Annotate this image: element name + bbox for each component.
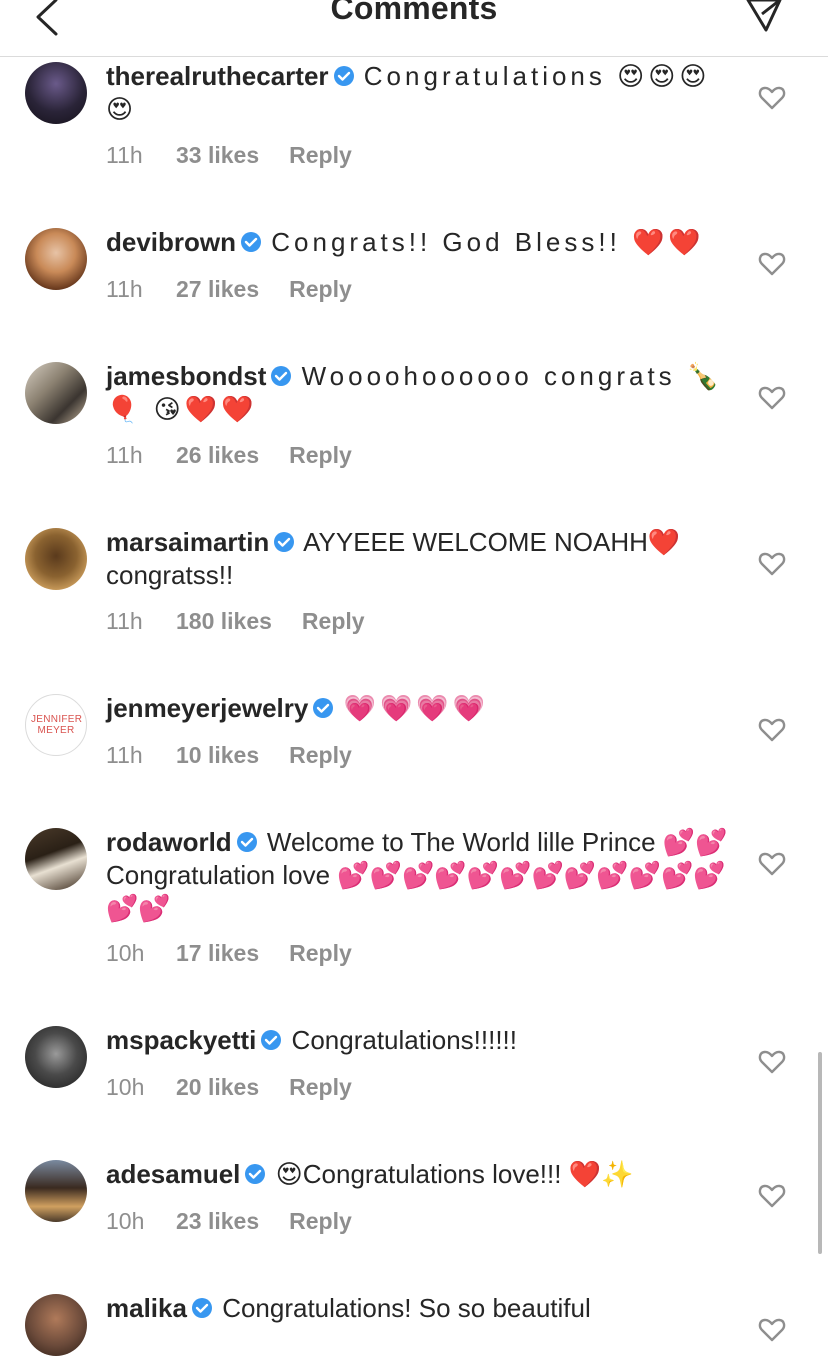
comment-username[interactable]: therealruthecarter: [106, 61, 329, 91]
comment-meta: 11h 180 likes Reply: [106, 608, 365, 635]
comment-body: jamesbondst Woooohoooooo congrats 🍾🎈 😘❤️…: [106, 360, 736, 426]
comment-likes[interactable]: 27 likes: [176, 276, 259, 303]
reply-button[interactable]: Reply: [289, 742, 352, 769]
verified-badge-icon: [274, 532, 295, 552]
comment-likes[interactable]: 10 likes: [176, 742, 259, 769]
comment-time: 11h: [106, 276, 143, 302]
verified-badge-icon: [241, 232, 262, 252]
avatar[interactable]: JENNIFER MEYER: [25, 694, 87, 756]
comment-time: 10h: [106, 1208, 145, 1234]
verified-badge-icon: [261, 1030, 282, 1050]
page-title: Comments: [330, 0, 498, 26]
comment-text: Congratulations!!!!!!: [291, 1025, 518, 1055]
avatar[interactable]: [25, 1026, 87, 1088]
comment-time: 11h: [106, 608, 143, 634]
comment-likes[interactable]: 17 likes: [176, 940, 259, 967]
verified-badge-icon: [271, 366, 292, 386]
comment-meta: 10h 17 likes Reply: [106, 940, 352, 967]
verified-badge-icon: [313, 698, 334, 718]
comment-likes[interactable]: 20 likes: [176, 1074, 259, 1101]
reply-button[interactable]: Reply: [289, 276, 352, 303]
like-heart-icon[interactable]: [758, 1048, 786, 1076]
comment-body: malika Congratulations! So so beautiful: [106, 1292, 736, 1325]
reply-button[interactable]: Reply: [289, 1074, 352, 1101]
avatar-logo-text: JENNIFER MEYER: [31, 714, 83, 736]
comment-meta: 10h 23 likes Reply: [106, 1208, 352, 1235]
avatar[interactable]: [25, 228, 87, 290]
reply-button[interactable]: Reply: [289, 940, 352, 967]
paper-plane-icon[interactable]: [744, 0, 784, 36]
comment-text: Congrats!! God Bless!! ❤️❤️: [271, 227, 705, 257]
comment-meta: 11h 10 likes Reply: [106, 742, 352, 769]
comment-username[interactable]: adesamuel: [106, 1159, 240, 1189]
comment-meta: 11h 26 likes Reply: [106, 442, 352, 469]
verified-badge-icon: [333, 66, 354, 86]
comment-likes[interactable]: 23 likes: [176, 1208, 259, 1235]
comment-text: 😍Congratulations love!!! ❤️✨: [275, 1159, 634, 1189]
comment-username[interactable]: rodaworld: [106, 827, 232, 857]
reply-button[interactable]: Reply: [289, 1208, 352, 1235]
avatar[interactable]: [25, 62, 87, 124]
comment-meta: 11h 33 likes Reply: [106, 142, 352, 169]
comment-time: 11h: [106, 442, 143, 468]
comment-body: jenmeyerjewelry 💗💗💗💗: [106, 692, 736, 725]
like-heart-icon[interactable]: [758, 1182, 786, 1210]
reply-button[interactable]: Reply: [289, 442, 352, 469]
comment-meta: 11h 27 likes Reply: [106, 276, 352, 303]
avatar[interactable]: [25, 1160, 87, 1222]
like-heart-icon[interactable]: [758, 384, 786, 412]
verified-badge-icon: [245, 1164, 266, 1184]
comment-username[interactable]: jenmeyerjewelry: [106, 693, 308, 723]
comment-text: 💗💗💗💗: [343, 693, 490, 723]
reply-button[interactable]: Reply: [289, 142, 352, 169]
comment-body: therealruthecarter Congratulations 😍😍😍😍: [106, 60, 736, 126]
comment-body: mspackyetti Congratulations!!!!!!: [106, 1024, 736, 1057]
avatar[interactable]: [25, 362, 87, 424]
like-heart-icon[interactable]: [758, 850, 786, 878]
comment-body: adesamuel 😍Congratulations love!!! ❤️✨: [106, 1158, 736, 1191]
header-bar: Comments: [0, 0, 828, 57]
comment-username[interactable]: marsaimartin: [106, 527, 269, 557]
comment-username[interactable]: mspackyetti: [106, 1025, 256, 1055]
like-heart-icon[interactable]: [758, 1316, 786, 1344]
comment-body: devibrown Congrats!! God Bless!! ❤️❤️: [106, 226, 736, 259]
comment-likes[interactable]: 33 likes: [176, 142, 259, 169]
comment-body: rodaworld Welcome to The World lille Pri…: [106, 826, 736, 925]
verified-badge-icon: [236, 832, 257, 852]
comment-time: 10h: [106, 940, 145, 966]
comment-meta: 10h 20 likes Reply: [106, 1074, 352, 1101]
comment-likes[interactable]: 26 likes: [176, 442, 259, 469]
comment-username[interactable]: jamesbondst: [106, 361, 266, 391]
reply-button[interactable]: Reply: [302, 608, 365, 635]
avatar[interactable]: [25, 528, 87, 590]
verified-badge-icon: [191, 1298, 212, 1318]
comment-username[interactable]: devibrown: [106, 227, 236, 257]
like-heart-icon[interactable]: [758, 716, 786, 744]
avatar[interactable]: [25, 828, 87, 890]
comment-likes[interactable]: 180 likes: [176, 608, 272, 635]
comment-time: 10h: [106, 1074, 145, 1100]
scrollbar[interactable]: [818, 1052, 822, 1254]
comment-text: Congratulations! So so beautiful: [222, 1293, 591, 1323]
like-heart-icon[interactable]: [758, 550, 786, 578]
comment-time: 11h: [106, 742, 143, 768]
comment-time: 11h: [106, 142, 143, 168]
comment-username[interactable]: malika: [106, 1293, 187, 1323]
like-heart-icon[interactable]: [758, 250, 786, 278]
like-heart-icon[interactable]: [758, 84, 786, 112]
comment-body: marsaimartin AYYEEE WELCOME NOAHH❤️ cong…: [106, 526, 736, 592]
avatar[interactable]: [25, 1294, 87, 1356]
